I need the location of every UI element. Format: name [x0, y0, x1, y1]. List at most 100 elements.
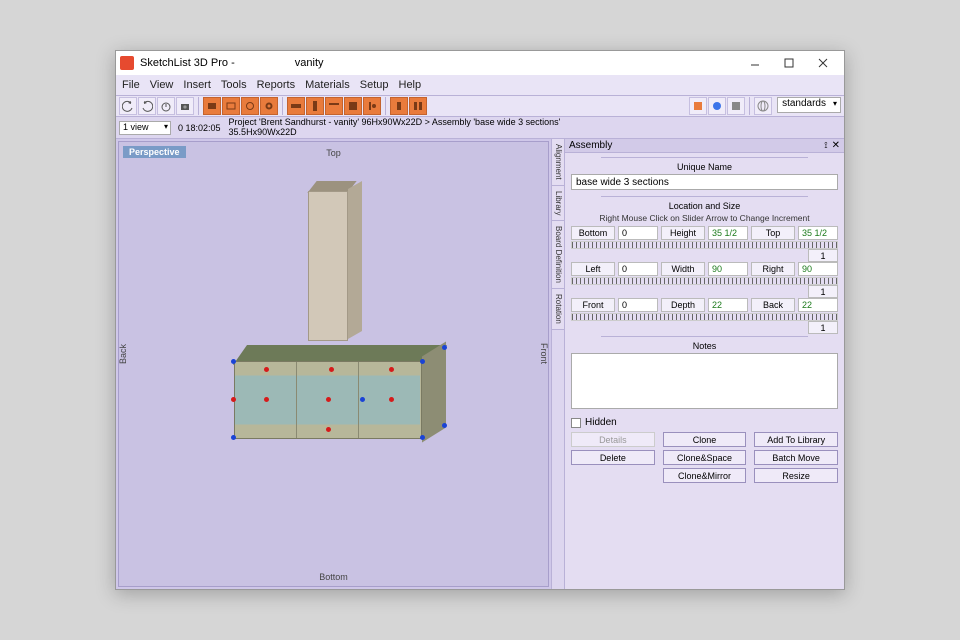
- minimize-button[interactable]: [738, 53, 772, 73]
- ruler-step-2[interactable]: 1: [808, 285, 838, 298]
- perspective-badge: Perspective: [123, 146, 186, 158]
- menu-view[interactable]: View: [150, 79, 174, 91]
- hardware-a-icon[interactable]: [390, 97, 408, 115]
- app-logo-icon: [120, 56, 134, 70]
- ruler-row3[interactable]: 1: [571, 313, 838, 321]
- right-value[interactable]: 90: [798, 262, 838, 276]
- ruler-step-1[interactable]: 1: [808, 249, 838, 262]
- details-button[interactable]: Details: [571, 432, 655, 447]
- tab-alignment[interactable]: Alignment: [552, 139, 564, 186]
- panel-close-icon[interactable]: ✕: [832, 140, 840, 151]
- menu-materials[interactable]: Materials: [305, 79, 350, 91]
- timecode: 0 18:02:05: [178, 123, 221, 133]
- hidden-checkbox[interactable]: [571, 418, 581, 428]
- height-value[interactable]: 35 1/2: [708, 226, 748, 240]
- loc-help-text: Right Mouse Click on Slider Arrow to Cha…: [571, 213, 838, 223]
- width-label: Width: [661, 262, 705, 276]
- right-label: Right: [751, 262, 795, 276]
- clone-button[interactable]: Clone: [663, 432, 747, 447]
- front-label: Front: [571, 298, 615, 312]
- standards-select[interactable]: standards: [777, 97, 841, 113]
- panel-handle-icon[interactable]: [363, 97, 381, 115]
- menu-insert[interactable]: Insert: [183, 79, 211, 91]
- model-upper-cabinet: [308, 191, 360, 341]
- bottom-value[interactable]: 0: [618, 226, 658, 240]
- panel-slab-icon[interactable]: [325, 97, 343, 115]
- back-value[interactable]: 22: [798, 298, 838, 312]
- axis-left-label: Back: [118, 344, 128, 364]
- view-mode-a-icon[interactable]: [689, 97, 707, 115]
- loc-size-label: Location and Size: [571, 201, 838, 211]
- panel-tall-icon[interactable]: [306, 97, 324, 115]
- tab-board-definition[interactable]: Board Definition: [552, 221, 564, 289]
- content: Perspective Top Bottom Back Front: [116, 139, 844, 589]
- view-count-label: 1 view: [123, 122, 149, 132]
- view-count-select[interactable]: 1 view: [119, 121, 171, 135]
- menu-reports[interactable]: Reports: [257, 79, 296, 91]
- add-library-button[interactable]: Add To Library: [754, 432, 838, 447]
- view-mode-c-icon[interactable]: [727, 97, 745, 115]
- breadcrumb-line2: 35.5Hx90Wx22D: [229, 128, 561, 138]
- close-button[interactable]: [806, 53, 840, 73]
- height-label: Height: [661, 226, 705, 240]
- depth-value[interactable]: 22: [708, 298, 748, 312]
- front-value[interactable]: 0: [618, 298, 658, 312]
- shape-circle-icon[interactable]: [241, 97, 259, 115]
- top-value[interactable]: 35 1/2: [798, 226, 838, 240]
- camera-icon[interactable]: [176, 97, 194, 115]
- side-tabstrip: Alignment Library Board Definition Rotat…: [551, 139, 564, 589]
- infobar: 1 view 0 18:02:05 Project 'Brent Sandhur…: [116, 117, 844, 139]
- ruler-step-3[interactable]: 1: [808, 321, 838, 334]
- batch-move-button[interactable]: Batch Move: [754, 450, 838, 465]
- breadcrumb: Project 'Brent Sandhurst - vanity' 96Hx9…: [229, 118, 561, 138]
- app-title: SketchList 3D Pro -: [140, 57, 235, 69]
- standards-select-label: standards: [782, 98, 826, 109]
- bottom-label: Bottom: [571, 226, 615, 240]
- shape-rect-filled-icon[interactable]: [203, 97, 221, 115]
- undo-icon[interactable]: [119, 97, 137, 115]
- hardware-b-icon[interactable]: [409, 97, 427, 115]
- back-label: Back: [751, 298, 795, 312]
- axis-bottom-label: Bottom: [319, 572, 348, 582]
- delete-button[interactable]: Delete: [571, 450, 655, 465]
- tab-library[interactable]: Library: [552, 186, 564, 221]
- menu-help[interactable]: Help: [399, 79, 422, 91]
- clone-space-button[interactable]: Clone&Space: [663, 450, 747, 465]
- clone-mirror-button[interactable]: Clone&Mirror: [663, 468, 747, 483]
- shape-ring-icon[interactable]: [260, 97, 278, 115]
- hidden-label: Hidden: [585, 417, 617, 428]
- toolbar: standards: [116, 95, 844, 117]
- menu-file[interactable]: File: [122, 79, 140, 91]
- globe-icon[interactable]: [754, 97, 772, 115]
- redo-icon[interactable]: [138, 97, 156, 115]
- viewport-wrap: Perspective Top Bottom Back Front: [116, 139, 564, 589]
- viewport-3d[interactable]: Perspective Top Bottom Back Front: [118, 141, 549, 587]
- panel-header: Assembly ⟟ ✕: [565, 139, 844, 153]
- tab-rotation[interactable]: Rotation: [552, 289, 564, 330]
- width-value[interactable]: 90: [708, 262, 748, 276]
- axis-top-label: Top: [326, 148, 341, 158]
- axis-right-label: Front: [539, 343, 549, 364]
- depth-label: Depth: [661, 298, 705, 312]
- ruler-row2[interactable]: 1: [571, 277, 838, 285]
- model-base-cabinet: [234, 357, 434, 443]
- notes-textarea[interactable]: [571, 353, 838, 409]
- panel-square-icon[interactable]: [344, 97, 362, 115]
- menu-setup[interactable]: Setup: [360, 79, 389, 91]
- view-mode-b-icon[interactable]: [708, 97, 726, 115]
- maximize-button[interactable]: [772, 53, 806, 73]
- panel-wide-icon[interactable]: [287, 97, 305, 115]
- menu-tools[interactable]: Tools: [221, 79, 247, 91]
- doc-title: vanity: [295, 57, 324, 69]
- left-value[interactable]: 0: [618, 262, 658, 276]
- menubar: File View Insert Tools Reports Materials…: [116, 75, 844, 95]
- resize-button[interactable]: Resize: [754, 468, 838, 483]
- timer-icon[interactable]: [157, 97, 175, 115]
- pin-icon[interactable]: ⟟: [824, 140, 827, 151]
- top-label: Top: [751, 226, 795, 240]
- shape-rect-outline-icon[interactable]: [222, 97, 240, 115]
- unique-name-input[interactable]: [571, 174, 838, 190]
- ruler-row1[interactable]: 1: [571, 241, 838, 249]
- assembly-panel: Assembly ⟟ ✕ Unique Name Location and Si…: [564, 139, 844, 589]
- notes-label: Notes: [571, 341, 838, 351]
